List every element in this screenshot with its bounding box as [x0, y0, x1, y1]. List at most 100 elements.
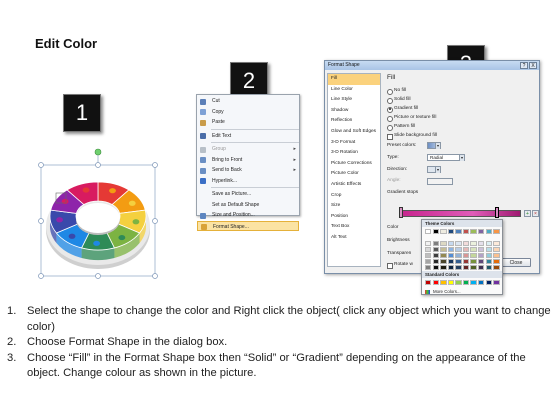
theme-color-swatch[interactable]: [440, 264, 447, 270]
menu-item-set-default-shape[interactable]: Set as Default Shape: [197, 200, 299, 211]
standard-color-swatch[interactable]: [485, 280, 493, 285]
gradient-fill-radio[interactable]: Gradient fill: [387, 105, 418, 113]
category-item[interactable]: 3-D Rotation: [328, 148, 380, 159]
standard-color-swatch[interactable]: [470, 280, 477, 285]
gradient-stop-handle-selected[interactable]: [495, 207, 499, 218]
type-dropdown[interactable]: Radial ▾: [427, 154, 465, 161]
theme-color-swatch[interactable]: [432, 240, 439, 246]
theme-color-swatch[interactable]: [462, 258, 470, 264]
resize-handle[interactable]: [95, 162, 101, 168]
theme-color-swatch[interactable]: [470, 229, 477, 234]
more-colors-button[interactable]: More Colors...: [425, 288, 461, 295]
theme-color-swatch[interactable]: [440, 246, 447, 252]
category-item[interactable]: Glow and Soft Edges: [328, 127, 380, 138]
menu-item-bring-to-front[interactable]: Bring to Front ▸: [197, 155, 299, 166]
remove-stop-button[interactable]: ×: [532, 210, 539, 217]
theme-color-swatch[interactable]: [462, 229, 470, 234]
theme-color-swatch[interactable]: [455, 229, 462, 234]
resize-handle[interactable]: [38, 218, 44, 224]
menu-item-send-to-back[interactable]: Send to Back ▸: [197, 165, 299, 176]
standard-color-swatch[interactable]: [440, 280, 447, 285]
resize-handle[interactable]: [152, 162, 158, 168]
theme-color-swatch[interactable]: [485, 264, 493, 270]
angle-input[interactable]: [427, 178, 453, 185]
standard-color-swatch[interactable]: [447, 280, 455, 285]
theme-color-swatch[interactable]: [478, 252, 485, 258]
theme-color-swatch[interactable]: [447, 258, 455, 264]
theme-color-swatch[interactable]: [485, 246, 493, 252]
menu-item-copy[interactable]: Copy: [197, 107, 299, 118]
menu-item-paste[interactable]: Paste: [197, 117, 299, 128]
add-stop-button[interactable]: +: [524, 210, 531, 217]
menu-item-size-and-position[interactable]: Size and Position...: [197, 210, 299, 221]
direction-dropdown[interactable]: ▾: [427, 166, 441, 173]
theme-color-swatch[interactable]: [425, 240, 432, 246]
theme-color-swatch[interactable]: [470, 240, 477, 246]
theme-color-swatch[interactable]: [485, 229, 493, 234]
menu-item-save-as-picture[interactable]: Save as Picture...: [197, 189, 299, 200]
standard-color-swatch[interactable]: [478, 280, 485, 285]
theme-color-swatch[interactable]: [440, 258, 447, 264]
theme-color-swatch[interactable]: [478, 229, 485, 234]
theme-color-swatch[interactable]: [455, 252, 462, 258]
menu-item-edit-text[interactable]: Edit Text: [197, 131, 299, 142]
standard-color-swatch[interactable]: [493, 280, 500, 285]
category-item[interactable]: 3-D Format: [328, 138, 380, 149]
category-item[interactable]: Shadow: [328, 106, 380, 117]
standard-color-swatch[interactable]: [432, 280, 439, 285]
theme-color-swatch[interactable]: [462, 240, 470, 246]
theme-color-swatch[interactable]: [455, 246, 462, 252]
theme-color-swatch[interactable]: [470, 252, 477, 258]
theme-color-swatch[interactable]: [425, 246, 432, 252]
category-item[interactable]: Line Color: [328, 85, 380, 96]
category-item[interactable]: Picture Corrections: [328, 159, 380, 170]
theme-color-swatch[interactable]: [432, 252, 439, 258]
theme-color-swatch[interactable]: [440, 240, 447, 246]
category-item[interactable]: Picture Color: [328, 169, 380, 180]
theme-color-swatch[interactable]: [440, 229, 447, 234]
slide-background-checkbox[interactable]: Slide background fill: [387, 132, 437, 140]
theme-color-swatch[interactable]: [470, 258, 477, 264]
theme-color-swatch[interactable]: [432, 246, 439, 252]
theme-color-swatch[interactable]: [425, 229, 432, 234]
theme-color-swatch[interactable]: [462, 246, 470, 252]
theme-color-swatch[interactable]: [478, 240, 485, 246]
theme-color-swatch[interactable]: [478, 258, 485, 264]
theme-color-swatch[interactable]: [470, 246, 477, 252]
category-item[interactable]: Reflection: [328, 116, 380, 127]
no-fill-radio[interactable]: No fill: [387, 87, 406, 95]
solid-fill-radio[interactable]: Solid fill: [387, 96, 411, 104]
standard-color-swatch[interactable]: [462, 280, 470, 285]
theme-color-swatch[interactable]: [485, 258, 493, 264]
resize-handle[interactable]: [38, 162, 44, 168]
preset-colors-dropdown[interactable]: ▾: [427, 142, 441, 149]
theme-color-swatch[interactable]: [493, 264, 500, 270]
theme-color-swatch[interactable]: [447, 229, 455, 234]
theme-color-swatch[interactable]: [493, 229, 500, 234]
resize-handle[interactable]: [152, 218, 158, 224]
category-item[interactable]: Fill: [328, 74, 380, 85]
theme-color-swatch[interactable]: [455, 240, 462, 246]
theme-color-swatch[interactable]: [485, 240, 493, 246]
theme-color-swatch[interactable]: [425, 258, 432, 264]
rotate-with-shape-checkbox[interactable]: Rotate w: [387, 261, 413, 269]
standard-color-swatch[interactable]: [425, 280, 432, 285]
standard-color-swatch[interactable]: [455, 280, 462, 285]
theme-color-swatch[interactable]: [440, 252, 447, 258]
resize-handle[interactable]: [152, 273, 158, 279]
pattern-fill-radio[interactable]: Pattern fill: [387, 123, 415, 131]
menu-item-cut[interactable]: Cut: [197, 96, 299, 107]
puzzle-ring-shape[interactable]: [34, 146, 164, 280]
menu-item-format-shape[interactable]: Format Shape...: [197, 220, 299, 231]
theme-color-swatch[interactable]: [493, 240, 500, 246]
theme-color-swatch[interactable]: [425, 252, 432, 258]
theme-color-swatch[interactable]: [470, 264, 477, 270]
theme-color-swatch[interactable]: [447, 252, 455, 258]
category-item[interactable]: Position: [328, 212, 380, 223]
gradient-stop-handle[interactable]: [399, 207, 403, 218]
theme-color-swatch[interactable]: [455, 264, 462, 270]
category-item[interactable]: Crop: [328, 191, 380, 202]
menu-item-group[interactable]: Group ▸: [197, 144, 299, 155]
theme-color-swatch[interactable]: [485, 252, 493, 258]
theme-color-swatch[interactable]: [447, 264, 455, 270]
